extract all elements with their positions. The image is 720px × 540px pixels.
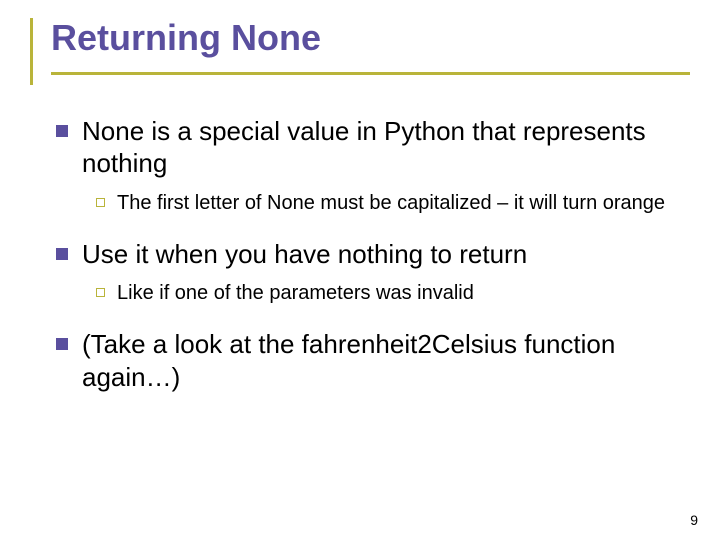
bullet-item: None is a special value in Python that r…	[56, 115, 680, 180]
slide-title: Returning None	[51, 18, 690, 58]
bullet-text: (Take a look at the fahrenheit2Celsius f…	[82, 328, 680, 393]
bullet-text: None is a special value in Python that r…	[82, 115, 680, 180]
hollow-square-bullet-icon	[96, 198, 105, 207]
sub-bullet-text: The first letter of None must be capital…	[117, 190, 665, 216]
bullet-item: Use it when you have nothing to return	[56, 238, 680, 271]
hollow-square-bullet-icon	[96, 288, 105, 297]
title-underline: Returning None	[51, 18, 690, 75]
sub-bullet-item: Like if one of the parameters was invali…	[96, 280, 680, 306]
page-number: 9	[690, 512, 698, 528]
bullet-text: Use it when you have nothing to return	[82, 238, 527, 271]
slide-body: None is a special value in Python that r…	[30, 115, 690, 394]
bullet-item: (Take a look at the fahrenheit2Celsius f…	[56, 328, 680, 393]
slide: Returning None None is a special value i…	[0, 0, 720, 540]
square-bullet-icon	[56, 338, 68, 350]
sub-bullet-item: The first letter of None must be capital…	[96, 190, 680, 216]
square-bullet-icon	[56, 125, 68, 137]
square-bullet-icon	[56, 248, 68, 260]
title-container: Returning None	[30, 18, 690, 85]
sub-bullet-text: Like if one of the parameters was invali…	[117, 280, 474, 306]
